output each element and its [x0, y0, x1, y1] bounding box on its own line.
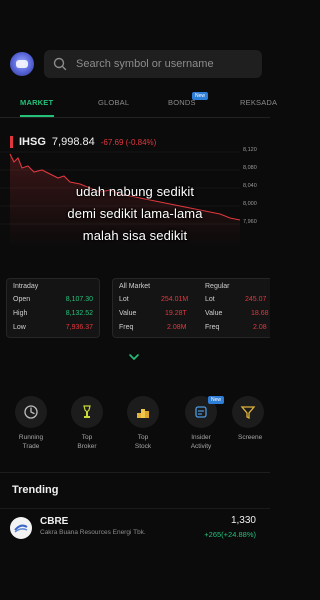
tab-reksadana[interactable]: REKSADA [240, 98, 277, 107]
market-stats-panel[interactable]: All Market Lot 254.01M Value 19.28T Freq… [112, 278, 270, 338]
active-tab-indicator [20, 115, 54, 117]
chevron-down-icon[interactable] [128, 351, 140, 363]
shortcut-running-trade[interactable]: Running Trade [6, 396, 56, 451]
stat-value: 8,132.52 [65, 310, 93, 317]
search-icon [53, 57, 67, 71]
caption-line: demi sedikit lama-lama [67, 206, 203, 221]
search-bar[interactable] [44, 50, 262, 78]
top-broker-icon [71, 396, 103, 428]
stock-logo [10, 517, 32, 539]
stat-value: 245.07 [245, 296, 267, 303]
ticker-color-bar [10, 136, 13, 148]
shortcut-label: Insider Activity [190, 434, 212, 450]
new-badge: New [208, 396, 225, 404]
shortcut-label: Screene [238, 434, 263, 441]
ticker-change: -67.69 (-0.84%) [100, 137, 157, 147]
tab-global[interactable]: GLOBAL [98, 98, 129, 107]
all-market-title: All Market [119, 283, 151, 290]
caption-line: malah sisa sedikit [82, 228, 188, 243]
stat-label: Freq [119, 324, 134, 331]
stat-label: High [13, 310, 28, 317]
avatar[interactable] [10, 52, 34, 76]
shortcut-label: Top Stock [134, 434, 152, 450]
stat-value: 2.08 [253, 324, 267, 331]
trending-stock-row[interactable]: CBRE Cakra Buana Resources Energi Tbk. 1… [0, 508, 270, 546]
chart-y-label: 8,120 [243, 147, 257, 153]
stock-price: 1,330 [230, 515, 256, 526]
stat-value: 254.01M [161, 296, 189, 303]
stat-label: Lot [119, 296, 129, 303]
ticker-price: 7,998.84 [51, 136, 95, 148]
stat-label: Low [13, 324, 26, 331]
shortcut-screener[interactable]: Screene [232, 396, 272, 442]
intraday-title: Intraday [13, 283, 39, 290]
stat-label: Open [13, 296, 31, 303]
search-input[interactable] [76, 58, 246, 70]
stat-value: 7,936.37 [65, 324, 93, 331]
stock-change: +265(+24.88%) [204, 530, 256, 539]
shortcut-label: Running Trade [18, 434, 44, 450]
stat-value: 18.68 [251, 310, 269, 317]
stat-value: 19.28T [165, 310, 187, 317]
stock-code: CBRE [40, 516, 69, 527]
shortcut-top-stock[interactable]: Top Stock [118, 396, 168, 451]
shortcut-label: Top Broker [77, 434, 97, 450]
chart-y-label: 8,080 [243, 165, 257, 171]
stat-label: Lot [205, 296, 215, 303]
top-stock-icon [127, 396, 159, 428]
app-header [0, 44, 270, 84]
ticker-symbol: IHSG [19, 136, 46, 148]
stat-value: 2.08M [167, 324, 187, 331]
caption-line: udah nabung sedikit [75, 184, 195, 199]
trending-title: Trending [12, 484, 59, 496]
stat-value: 8,107.30 [65, 296, 93, 303]
tab-market[interactable]: MARKET [20, 98, 53, 107]
section-divider [0, 472, 270, 473]
market-tabs: MARKET GLOBAL BONDS New REKSADA [0, 92, 277, 118]
intraday-panel[interactable]: Intraday Open 8,107.30 High 8,132.52 Low… [6, 278, 100, 338]
screener-icon [232, 396, 264, 428]
stat-label: Value [119, 310, 137, 317]
shortcut-menu: Running Trade Top Broker Top Stock New I… [0, 396, 270, 466]
shortcut-insider-activity[interactable]: New Insider Activity [176, 396, 226, 451]
running-trade-icon [15, 396, 47, 428]
tab-bonds[interactable]: BONDS [168, 98, 196, 107]
new-badge: New [192, 92, 209, 100]
shortcut-top-broker[interactable]: Top Broker [62, 396, 112, 451]
stat-label: Value [205, 310, 223, 317]
stat-label: Freq [205, 324, 220, 331]
stock-name: Cakra Buana Resources Energi Tbk. [40, 529, 146, 536]
regular-title: Regular [205, 283, 230, 290]
